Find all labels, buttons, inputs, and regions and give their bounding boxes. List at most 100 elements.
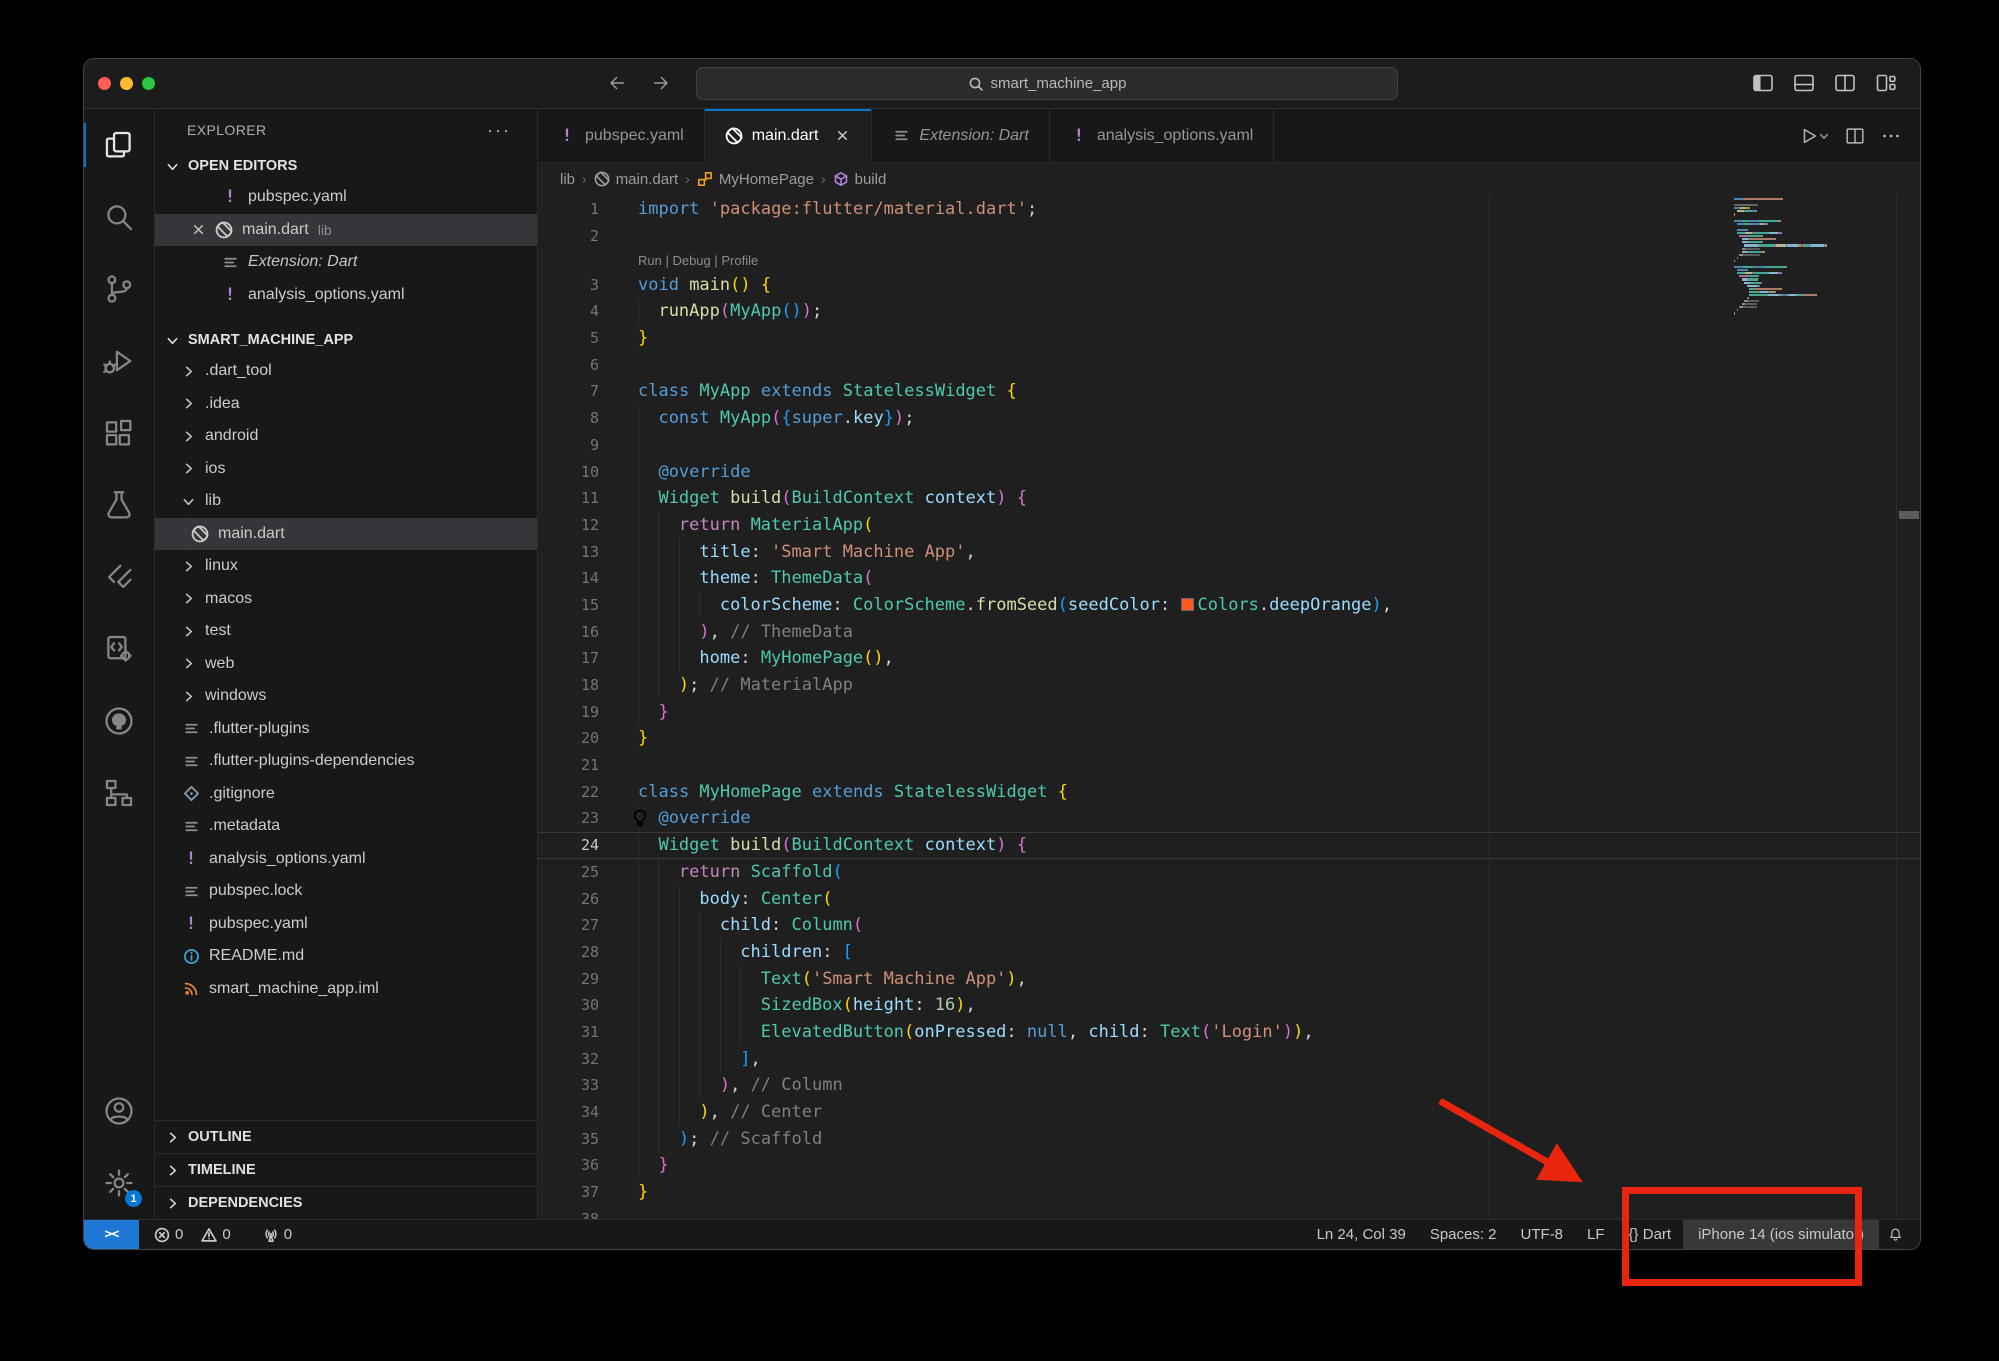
code-line-38[interactable]: 38 bbox=[538, 1205, 1920, 1219]
code-line-16[interactable]: 16), // ThemeData bbox=[538, 618, 1920, 645]
line-number[interactable]: 2 bbox=[538, 227, 599, 245]
tab-main.dart[interactable]: main.dart bbox=[705, 109, 873, 163]
open-editor-main.dart[interactable]: main.dartlib bbox=[155, 214, 537, 247]
code-line-34[interactable]: 34), // Center bbox=[538, 1099, 1920, 1126]
line-number[interactable]: 15 bbox=[538, 596, 599, 614]
close-button[interactable] bbox=[98, 77, 111, 90]
line-number[interactable]: 8 bbox=[538, 409, 599, 427]
breadcrumb-build[interactable]: build bbox=[833, 171, 887, 188]
line-number[interactable]: 10 bbox=[538, 463, 599, 481]
code-line-17[interactable]: 17home: MyHomePage(), bbox=[538, 645, 1920, 672]
toggle-panel-icon[interactable] bbox=[1792, 71, 1816, 95]
forward-button[interactable] bbox=[648, 70, 674, 96]
code-line-12[interactable]: 12return MaterialApp( bbox=[538, 512, 1920, 539]
code-line-30[interactable]: 30SizedBox(height: 16), bbox=[538, 992, 1920, 1019]
code-line-10[interactable]: 10@override bbox=[538, 458, 1920, 485]
tree-item-.dart_tool[interactable]: .dart_tool bbox=[155, 355, 537, 388]
code-line-32[interactable]: 32], bbox=[538, 1045, 1920, 1072]
activity-account-icon[interactable] bbox=[84, 1075, 154, 1147]
line-number[interactable]: 36 bbox=[538, 1156, 599, 1174]
tree-item-windows[interactable]: windows bbox=[155, 680, 537, 713]
code-line-6[interactable]: 6 bbox=[538, 351, 1920, 378]
breadcrumb-lib[interactable]: lib bbox=[560, 171, 575, 188]
status-warning[interactable]: 0 bbox=[192, 1220, 239, 1249]
tree-item-web[interactable]: web bbox=[155, 648, 537, 681]
code-line-27[interactable]: 27child: Column( bbox=[538, 912, 1920, 939]
line-number[interactable]: 38 bbox=[538, 1210, 599, 1219]
line-number[interactable]: 29 bbox=[538, 970, 599, 988]
open-editor-pubspec.yaml[interactable]: !pubspec.yaml bbox=[155, 181, 537, 214]
activity-github-icon[interactable] bbox=[84, 685, 154, 757]
project-root-header[interactable]: SMART_MACHINE_APP bbox=[155, 325, 537, 355]
activity-explorer-icon[interactable] bbox=[84, 109, 154, 181]
line-number[interactable]: 7 bbox=[538, 382, 599, 400]
activity-run-debug-icon[interactable] bbox=[84, 325, 154, 397]
status-error[interactable]: 0 bbox=[145, 1220, 192, 1249]
code-line-2[interactable]: 2 bbox=[538, 223, 1920, 250]
line-number[interactable]: 18 bbox=[538, 676, 599, 694]
code-line-1[interactable]: 1import 'package:flutter/material.dart'; bbox=[538, 196, 1920, 223]
line-number[interactable]: 37 bbox=[538, 1183, 599, 1201]
more-actions-icon[interactable] bbox=[1880, 125, 1902, 147]
line-number[interactable]: 35 bbox=[538, 1130, 599, 1148]
tree-item-README.md[interactable]: README.md bbox=[155, 940, 537, 973]
open-editors-header[interactable]: OPEN EDITORS bbox=[155, 151, 537, 181]
tree-item-ios[interactable]: ios bbox=[155, 453, 537, 486]
tree-item-pubspec.lock[interactable]: pubspec.lock bbox=[155, 875, 537, 908]
tab-Extension: Dart[interactable]: Extension: Dart bbox=[872, 109, 1049, 162]
tree-item-analysis_options.yaml[interactable]: !analysis_options.yaml bbox=[155, 843, 537, 876]
line-number[interactable]: 14 bbox=[538, 569, 599, 587]
code-line-8[interactable]: 8const MyApp({super.key}); bbox=[538, 405, 1920, 432]
status-ports[interactable]: 0 bbox=[254, 1220, 301, 1249]
tree-item-lib[interactable]: lib bbox=[155, 485, 537, 518]
tree-item-android[interactable]: android bbox=[155, 420, 537, 453]
section-dependencies[interactable]: DEPENDENCIES bbox=[155, 1186, 537, 1219]
code-line-36[interactable]: 36} bbox=[538, 1152, 1920, 1179]
code-line-15[interactable]: 15colorScheme: ColorScheme.fromSeed(seed… bbox=[538, 592, 1920, 619]
codelens-run-debug-profile[interactable]: Run | Debug | Profile bbox=[538, 249, 1920, 271]
line-number[interactable]: 34 bbox=[538, 1103, 599, 1121]
code-line-4[interactable]: 4runApp(MyApp()); bbox=[538, 298, 1920, 325]
line-number[interactable]: 33 bbox=[538, 1076, 599, 1094]
lightbulb-icon[interactable] bbox=[631, 809, 649, 827]
line-number[interactable]: 16 bbox=[538, 623, 599, 641]
line-number[interactable]: 3 bbox=[538, 276, 599, 294]
line-number[interactable]: 5 bbox=[538, 329, 599, 347]
minimize-button[interactable] bbox=[120, 77, 133, 90]
tree-item-test[interactable]: test bbox=[155, 615, 537, 648]
code-line-5[interactable]: 5} bbox=[538, 325, 1920, 352]
line-number[interactable]: 30 bbox=[538, 996, 599, 1014]
tree-item-smart_machine_app.iml[interactable]: smart_machine_app.iml bbox=[155, 973, 537, 1006]
code-line-19[interactable]: 19} bbox=[538, 698, 1920, 725]
activity-extensions-icon[interactable] bbox=[84, 397, 154, 469]
line-number[interactable]: 21 bbox=[538, 756, 599, 774]
tab-pubspec.yaml[interactable]: !pubspec.yaml bbox=[538, 109, 705, 162]
line-number[interactable]: 26 bbox=[538, 890, 599, 908]
remote-indicator[interactable]: >< bbox=[84, 1220, 139, 1249]
status-ln-24-col-39[interactable]: Ln 24, Col 39 bbox=[1305, 1220, 1418, 1249]
code-line-11[interactable]: 11Widget build(BuildContext context) { bbox=[538, 485, 1920, 512]
status-lf[interactable]: LF bbox=[1575, 1220, 1617, 1249]
section-timeline[interactable]: TIMELINE bbox=[155, 1153, 537, 1186]
status-utf-8[interactable]: UTF-8 bbox=[1509, 1220, 1576, 1249]
status-dart[interactable]: {} Dart bbox=[1617, 1220, 1684, 1249]
open-editor-Extension: Dart[interactable]: Extension: Dart bbox=[155, 246, 537, 279]
line-number[interactable]: 6 bbox=[538, 356, 599, 374]
status-spaces-2[interactable]: Spaces: 2 bbox=[1418, 1220, 1509, 1249]
code-line-33[interactable]: 33), // Column bbox=[538, 1072, 1920, 1099]
breadcrumb-MyHomePage[interactable]: MyHomePage bbox=[697, 171, 814, 188]
command-center-search[interactable]: smart_machine_app bbox=[696, 67, 1398, 100]
line-number[interactable]: 13 bbox=[538, 543, 599, 561]
tab-analysis_options.yaml[interactable]: !analysis_options.yaml bbox=[1050, 109, 1275, 162]
code-line-28[interactable]: 28children: [ bbox=[538, 939, 1920, 966]
line-number[interactable]: 25 bbox=[538, 863, 599, 881]
code-line-14[interactable]: 14theme: ThemeData( bbox=[538, 565, 1920, 592]
activity-dart-devtools-icon[interactable] bbox=[84, 613, 154, 685]
tree-item-linux[interactable]: linux bbox=[155, 550, 537, 583]
code-line-25[interactable]: 25return Scaffold( bbox=[538, 859, 1920, 886]
explorer-more-icon[interactable]: ··· bbox=[487, 120, 511, 141]
code-line-7[interactable]: 7class MyApp extends StatelessWidget { bbox=[538, 378, 1920, 405]
run-or-debug-icon[interactable] bbox=[1798, 125, 1830, 147]
code-line-22[interactable]: 22class MyHomePage extends StatelessWidg… bbox=[538, 778, 1920, 805]
line-number[interactable]: 11 bbox=[538, 489, 599, 507]
